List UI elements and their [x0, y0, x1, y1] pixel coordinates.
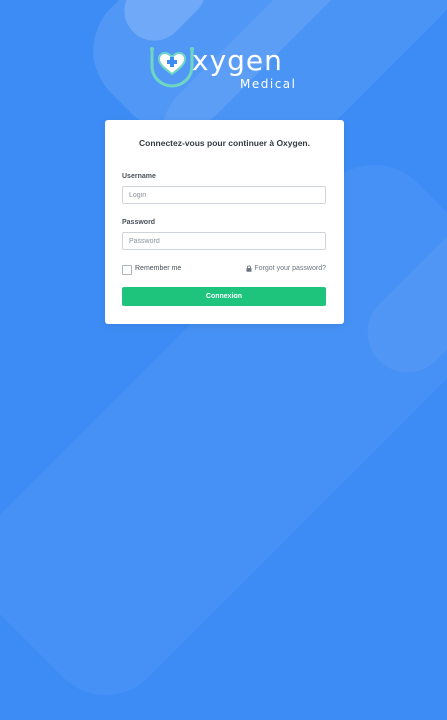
brand-subtitle: Medical — [240, 77, 297, 91]
brand-logo: xygen Medical — [148, 44, 303, 94]
login-title: Connectez-vous pour continuer à Oxygen. — [139, 138, 310, 148]
username-input[interactable] — [122, 186, 326, 204]
login-card: Connectez-vous pour continuer à Oxygen. … — [105, 120, 344, 324]
forgot-password-link[interactable]: Forgot your password? — [246, 265, 326, 272]
stethoscope-heart-icon — [150, 47, 194, 88]
remember-me-checkbox[interactable] — [122, 265, 132, 275]
password-label: Password — [122, 219, 156, 226]
remember-me-label[interactable]: Remember me — [135, 265, 181, 272]
brand-name: xygen — [192, 44, 283, 77]
password-input[interactable] — [122, 232, 326, 250]
login-button[interactable]: Connexion — [122, 287, 326, 306]
forgot-password-label[interactable]: Forgot your password? — [254, 265, 326, 272]
username-label: Username — [122, 173, 156, 180]
lock-icon — [246, 265, 252, 272]
